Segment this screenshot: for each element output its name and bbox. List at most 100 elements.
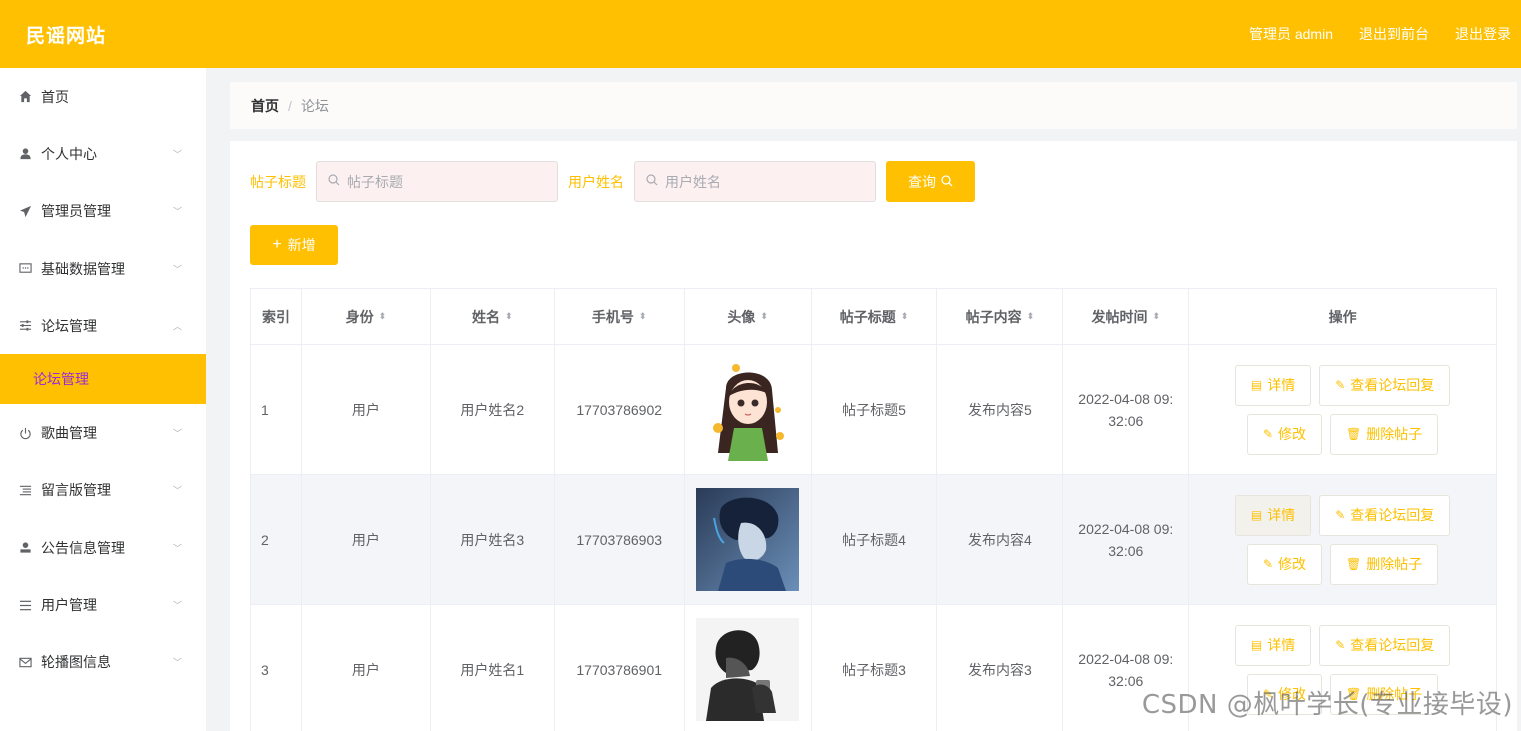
- trash-icon: 🗑: [1346, 557, 1362, 571]
- query-button[interactable]: 查询: [886, 161, 975, 202]
- top-header: 民谣网站 管理员 admin 退出到前台 退出登录: [0, 0, 1521, 68]
- edit-button[interactable]: ✎ 修改: [1246, 543, 1322, 585]
- col-header-index: 索引: [251, 289, 302, 344]
- edit-button[interactable]: ✎ 修改: [1246, 413, 1322, 455]
- cell-name: 用户姓名2: [431, 345, 555, 474]
- edit-icon: ✎: [1335, 378, 1346, 392]
- cell-phone: 17703786903: [555, 475, 685, 604]
- document-icon: ▤: [1250, 638, 1263, 652]
- search-icon: [646, 174, 658, 189]
- cell-time: 2022-04-08 09: 32:06: [1063, 475, 1190, 604]
- search-icon: [328, 174, 340, 189]
- chevron-down-icon: ﹀: [172, 543, 182, 554]
- avatar: [696, 618, 800, 721]
- sidebar-item-song-management[interactable]: 歌曲管理 ﹀: [0, 404, 206, 461]
- user-icon: [18, 147, 32, 161]
- col-header-content[interactable]: 帖子内容 ⬍: [937, 289, 1064, 344]
- cell-content: 发布内容4: [937, 475, 1064, 604]
- sidebar-item-admin-management[interactable]: 管理员管理 ﹀: [0, 183, 206, 240]
- sort-icon[interactable]: ⬍: [760, 312, 768, 321]
- cell-role: 用户: [302, 605, 431, 731]
- cell-name: 用户姓名3: [431, 475, 555, 604]
- sort-icon[interactable]: ⬍: [639, 312, 647, 321]
- delete-button[interactable]: 🗑 删除帖子: [1330, 413, 1439, 455]
- table-row: 2 用户 用户姓名3 17703786903 帖子标题4 发布内容4 2022-…: [251, 475, 1497, 605]
- chevron-down-icon: ﹀: [172, 657, 182, 668]
- cell-time-date: 2022-04-08 09:: [1078, 650, 1174, 667]
- delete-button[interactable]: 🗑 删除帖子: [1330, 543, 1439, 585]
- sidebar-item-label: 轮播图信息: [41, 654, 111, 671]
- cell-name: 用户姓名1: [431, 605, 555, 731]
- chevron-up-icon: ︿: [172, 321, 182, 332]
- sidebar-item-user-management[interactable]: 用户管理 ﹀: [0, 576, 206, 633]
- sidebar-item-label: 公告信息管理: [41, 539, 125, 556]
- user-solid-icon: [18, 541, 32, 555]
- main-panel: 帖子标题 帖子标题 用户姓名 用户姓名 查询 + 新增 索引 身份 ⬍ 姓名 ⬍…: [230, 141, 1517, 731]
- col-header-title[interactable]: 帖子标题 ⬍: [812, 289, 938, 344]
- watermark: CSDN @枫叶学长(专业接毕设): [1141, 690, 1513, 720]
- edit-icon: ✎: [1262, 427, 1273, 441]
- sidebar-item-notice-management[interactable]: 公告信息管理 ﹀: [0, 519, 206, 576]
- trash-icon: 🗑: [1346, 427, 1362, 441]
- plus-icon: +: [272, 236, 282, 253]
- search-icon: [941, 174, 953, 190]
- cell-time-clock: 32:06: [1108, 412, 1144, 429]
- view-reply-button[interactable]: ✎ 查看论坛回复: [1319, 364, 1451, 406]
- cell-content: 发布内容5: [937, 345, 1064, 474]
- detail-button[interactable]: ▤ 详情: [1234, 624, 1312, 666]
- cell-phone: 17703786901: [555, 605, 685, 731]
- cell-time: 2022-04-08 09: 32:06: [1063, 345, 1190, 474]
- sidebar-item-forum-management[interactable]: 论坛管理 ︿: [0, 297, 206, 354]
- site-brand[interactable]: 民谣网站: [0, 21, 106, 48]
- sort-icon[interactable]: ⬍: [1153, 312, 1161, 321]
- sort-icon[interactable]: ⬍: [505, 312, 513, 321]
- sidebar-item-label: 首页: [41, 88, 69, 105]
- edit-icon: ✎: [1335, 508, 1346, 522]
- col-header-phone[interactable]: 手机号 ⬍: [555, 289, 685, 344]
- cell-content: 发布内容3: [937, 605, 1064, 731]
- cell-time-clock: 32:06: [1108, 672, 1144, 689]
- sidebar-item-guestbook-management[interactable]: 留言版管理 ﹀: [0, 462, 206, 519]
- add-button[interactable]: + 新增: [250, 225, 338, 265]
- sliders-icon: [18, 319, 32, 333]
- view-reply-button[interactable]: ✎ 查看论坛回复: [1319, 494, 1451, 536]
- sidebar-item-personal-center[interactable]: 个人中心 ﹀: [0, 125, 206, 182]
- breadcrumb-home[interactable]: 首页: [251, 96, 279, 116]
- table-row: 1 用户 用户姓名2 17703786902 帖子标题5 发布内容5 2022-…: [251, 345, 1497, 475]
- col-header-actions: 操作: [1189, 289, 1497, 344]
- sort-icon[interactable]: ⬍: [901, 312, 909, 321]
- home-icon: [18, 90, 32, 104]
- sidebar-item-home[interactable]: 首页: [0, 68, 206, 125]
- logout-link[interactable]: 退出登录: [1455, 24, 1511, 44]
- sidebar-item-label: 歌曲管理: [41, 425, 97, 442]
- sidebar-item-basic-data[interactable]: 基础数据管理 ﹀: [0, 240, 206, 297]
- list-icon: [18, 483, 32, 497]
- sidebar-item-carousel-info[interactable]: 轮播图信息 ﹀: [0, 634, 206, 691]
- title-search-input[interactable]: 帖子标题: [316, 161, 558, 202]
- sidebar-item-label: 用户管理: [41, 597, 97, 614]
- cell-avatar: [685, 605, 812, 731]
- col-header-time[interactable]: 发帖时间 ⬍: [1063, 289, 1190, 344]
- name-search-input[interactable]: 用户姓名: [634, 161, 876, 202]
- sidebar-subitem-forum-management[interactable]: 论坛管理: [0, 354, 206, 405]
- col-header-role[interactable]: 身份 ⬍: [302, 289, 431, 344]
- power-icon: [18, 426, 32, 440]
- detail-button[interactable]: ▤ 详情: [1234, 494, 1312, 536]
- cell-role: 用户: [302, 475, 431, 604]
- breadcrumb-current: 论坛: [300, 97, 329, 114]
- title-search-placeholder: 帖子标题: [347, 173, 403, 190]
- view-reply-button[interactable]: ✎ 查看论坛回复: [1319, 624, 1451, 666]
- detail-button[interactable]: ▤ 详情: [1234, 364, 1312, 406]
- cell-index: 1: [251, 345, 302, 474]
- sidebar-subitem-label: 论坛管理: [33, 371, 89, 388]
- cell-role: 用户: [302, 345, 431, 474]
- breadcrumb: 首页 / 论坛: [230, 82, 1517, 129]
- sort-icon[interactable]: ⬍: [1027, 312, 1035, 321]
- col-header-avatar[interactable]: 头像 ⬍: [685, 289, 812, 344]
- document-icon: ▤: [1250, 508, 1263, 522]
- cell-time-clock: 32:06: [1108, 542, 1144, 559]
- chevron-down-icon: ﹀: [172, 485, 182, 496]
- sort-icon[interactable]: ⬍: [379, 312, 387, 321]
- exit-to-front-link[interactable]: 退出到前台: [1359, 24, 1429, 44]
- col-header-name[interactable]: 姓名 ⬍: [431, 289, 555, 344]
